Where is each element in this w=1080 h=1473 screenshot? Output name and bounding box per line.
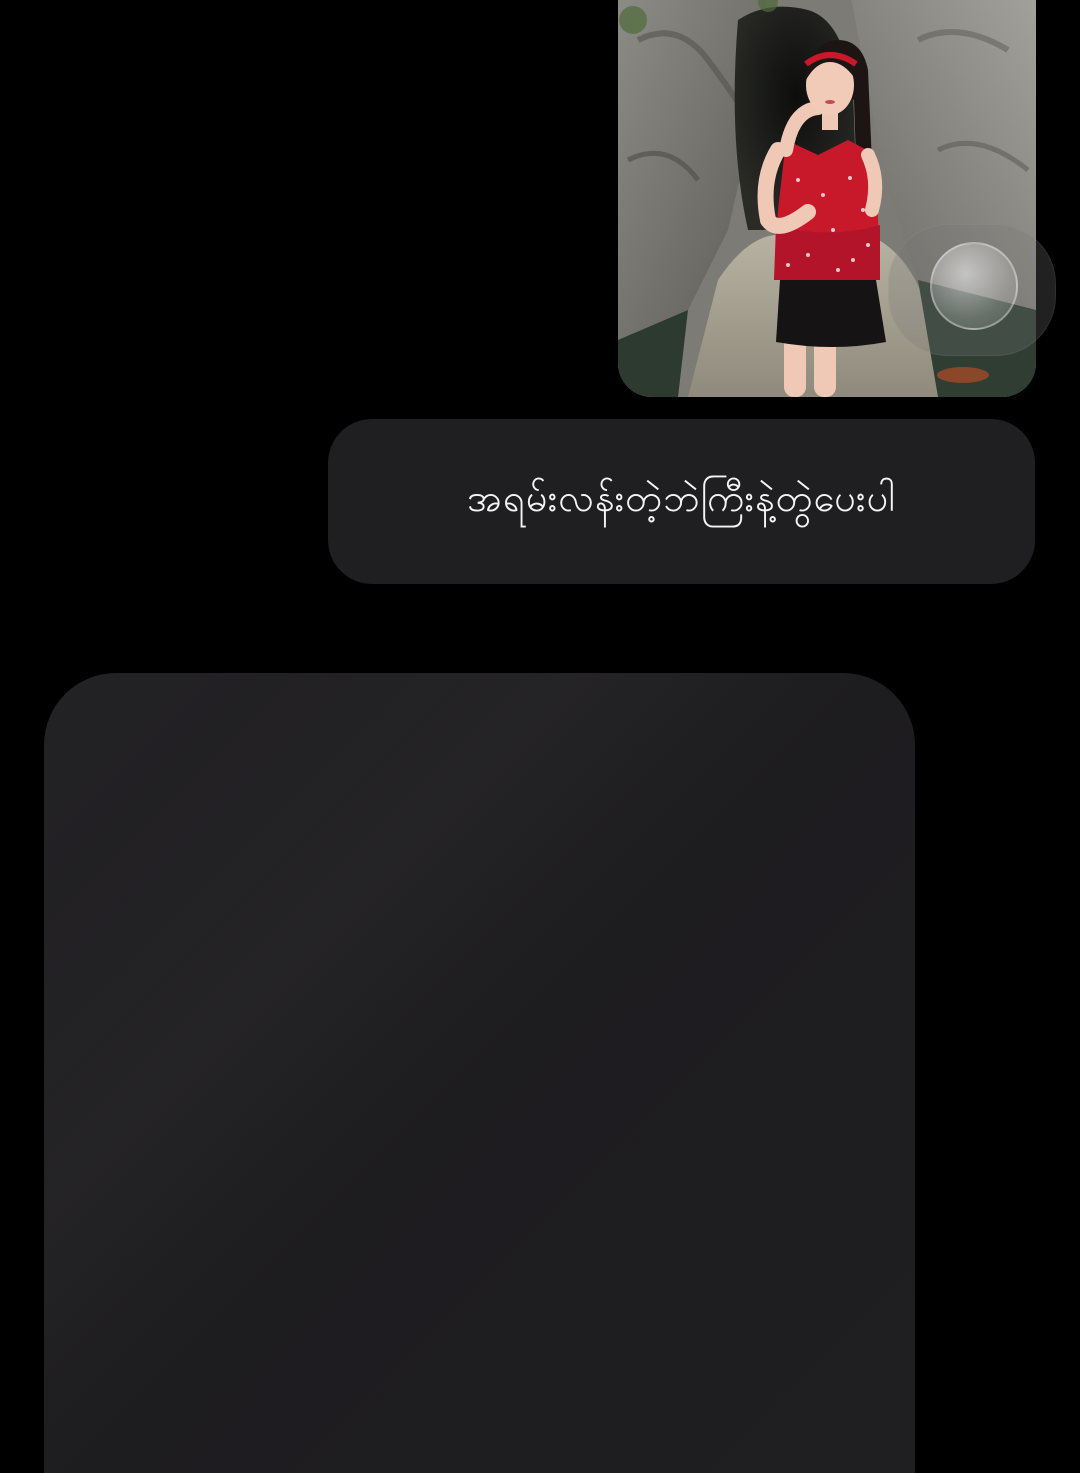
assistive-touch-button[interactable] bbox=[888, 224, 1056, 356]
reply-loading-placeholder bbox=[44, 673, 915, 1473]
loading-shimmer bbox=[44, 673, 915, 1473]
sent-message-text: အရမ်းလန်းတဲ့ဘဲကြီးနဲ့တွဲပေးပါ bbox=[467, 475, 896, 520]
assistive-touch-knob-icon bbox=[930, 242, 1018, 330]
sent-message-bubble[interactable]: အရမ်းလန်းတဲ့ဘဲကြီးနဲ့တွဲပေးပါ bbox=[328, 419, 1035, 584]
